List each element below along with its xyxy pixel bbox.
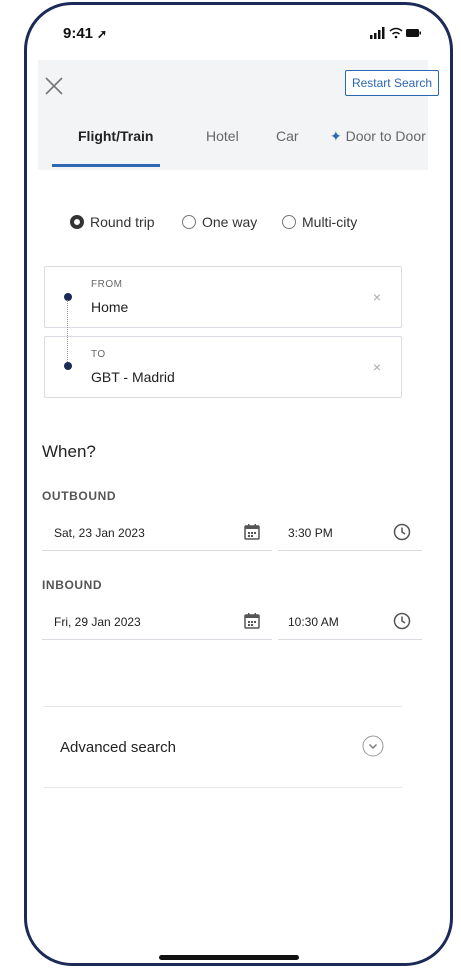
radio-unselected-icon [282, 215, 296, 229]
to-label: TO [91, 349, 106, 360]
radio-unselected-icon [182, 215, 196, 229]
outbound-date: Sat, 23 Jan 2023 [54, 526, 145, 540]
chevron-down-icon[interactable] [362, 735, 384, 757]
calendar-icon [244, 613, 260, 629]
radio-multi-city[interactable]: Multi-city [282, 214, 357, 230]
radio-selected-icon [70, 215, 84, 229]
advanced-search-label: Advanced search [60, 739, 176, 756]
tab-flight-train[interactable]: Flight/Train [78, 128, 153, 144]
advanced-search-row[interactable]: Advanced search [44, 706, 402, 788]
radio-round-trip[interactable]: Round trip [70, 214, 155, 230]
tab-door-to-door[interactable]: ✦ Door to Door [330, 128, 428, 145]
status-time: 9:41 ➚ [63, 25, 108, 42]
clear-to-icon[interactable]: × [373, 359, 381, 375]
origin-dot-icon [64, 293, 72, 301]
radio-one-way[interactable]: One way [182, 214, 257, 230]
outbound-date-field[interactable]: Sat, 23 Jan 2023 [42, 516, 272, 551]
tab-car[interactable]: Car [276, 128, 299, 144]
outbound-label: OUTBOUND [42, 489, 117, 503]
clock-icon [393, 523, 411, 541]
from-field[interactable]: FROM Home × [44, 266, 402, 328]
from-value: Home [91, 299, 129, 315]
from-label: FROM [91, 279, 123, 290]
active-tab-indicator [52, 164, 160, 167]
inbound-date-field[interactable]: Fri, 29 Jan 2023 [42, 605, 272, 640]
inbound-time: 10:30 AM [288, 615, 339, 629]
status-icons [370, 27, 422, 42]
signal-wifi-battery-icon [370, 27, 421, 39]
home-indicator [159, 955, 299, 960]
when-heading: When? [42, 442, 96, 461]
tab-door-to-door-label: Door to Door [345, 128, 426, 144]
clock-icon [393, 612, 411, 630]
clear-from-icon[interactable]: × [373, 289, 381, 305]
to-value: GBT - Madrid [91, 369, 175, 385]
close-icon[interactable] [44, 72, 64, 102]
outbound-time-field[interactable]: 3:30 PM [278, 516, 422, 551]
inbound-time-field[interactable]: 10:30 AM [278, 605, 422, 640]
calendar-icon [244, 524, 260, 540]
location-arrow-icon: ➚ [97, 27, 108, 41]
status-bar: 9:41 ➚ [27, 5, 450, 65]
restart-search-button[interactable]: Restart Search [344, 70, 439, 96]
sparkle-icon: ✦ [330, 128, 342, 144]
route-connector [67, 300, 68, 364]
inbound-label: INBOUND [42, 578, 103, 592]
outbound-time: 3:30 PM [288, 526, 333, 540]
to-field[interactable]: TO GBT - Madrid × [44, 336, 402, 398]
inbound-date: Fri, 29 Jan 2023 [54, 615, 141, 629]
destination-dot-icon [64, 362, 72, 370]
tab-hotel[interactable]: Hotel [206, 128, 239, 144]
